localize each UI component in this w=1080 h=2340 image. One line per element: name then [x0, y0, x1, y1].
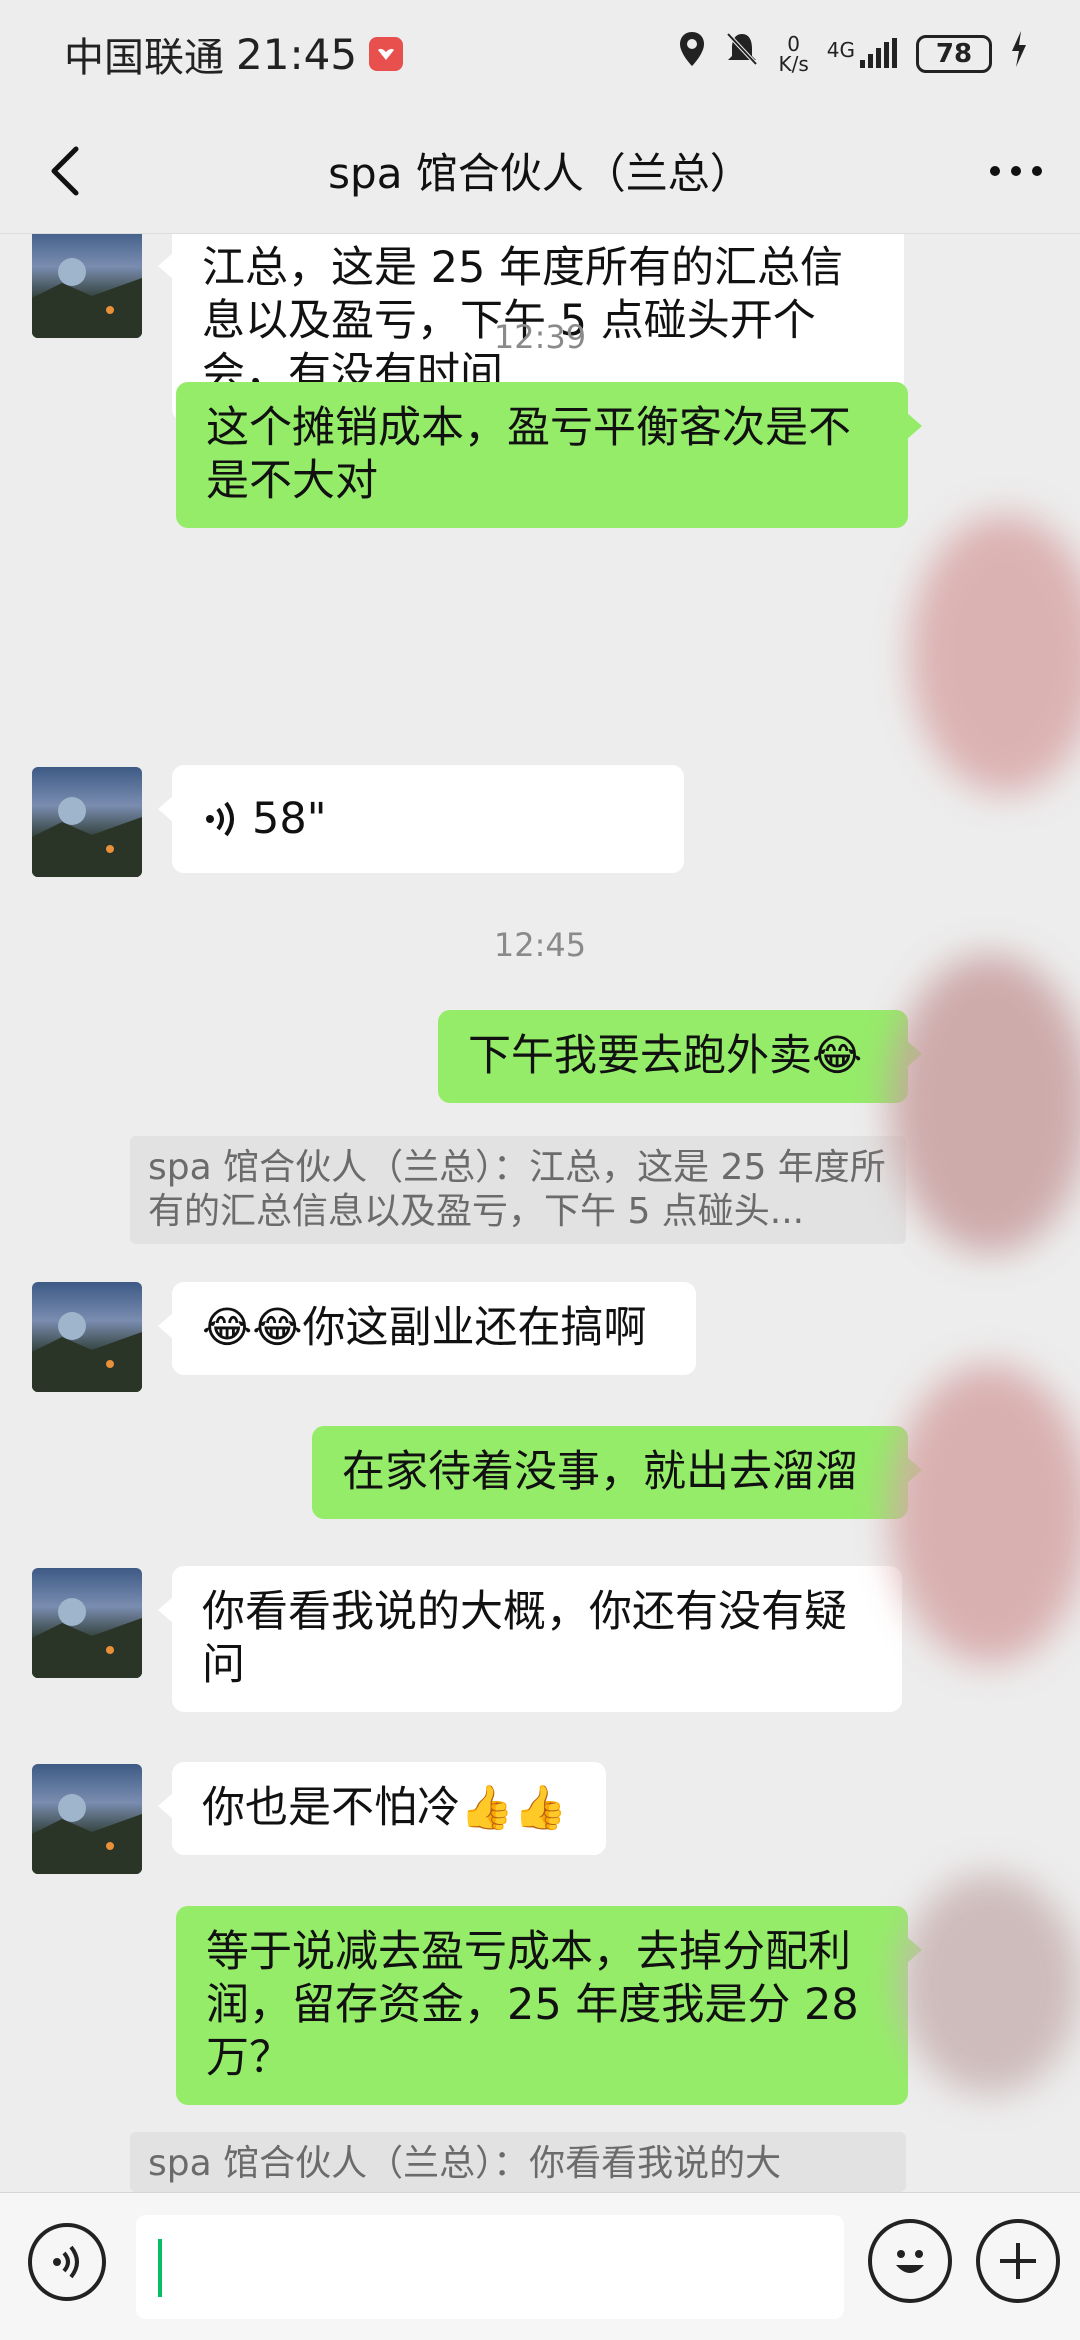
- message-bubble[interactable]: 你看看我说的大概，你还有没有疑问: [158, 1566, 902, 1712]
- back-button[interactable]: [30, 136, 100, 206]
- input-bar: [0, 2192, 1080, 2340]
- more-dots-icon: [990, 166, 1042, 176]
- message-text: 等于说减去盈亏成本，去掉分配利润，留存资金，25 年度我是分 28 万？: [206, 1927, 859, 2083]
- carrier-name: 中国联通: [64, 35, 224, 81]
- quote-text: spa 馆合伙人（兰总）：江总，这是 25 年度所有的汇总信息以及盈亏，下午 5…: [148, 1147, 886, 1232]
- back-chevron-icon: [51, 146, 79, 196]
- contact-avatar[interactable]: [32, 1282, 142, 1392]
- voice-input-button[interactable]: [28, 2223, 106, 2301]
- message-text: 你也是不怕冷👍👍: [202, 1783, 568, 1833]
- message-text: 你看看我说的大概，你还有没有疑问: [202, 1587, 847, 1690]
- privacy-blur: [890, 954, 1080, 1254]
- voice-message-bubble[interactable]: 58": [158, 765, 684, 873]
- timestamp: 12:39: [493, 318, 587, 356]
- chat-header: spa 馆合伙人（兰总）: [0, 108, 1080, 234]
- quote-text: spa 馆合伙人（兰总）：你看看我说的大: [148, 2143, 782, 2184]
- message-bubble[interactable]: 在家待着没事，就出去溜溜: [312, 1426, 922, 1519]
- message-text: 下午我要去跑外卖😂: [468, 1031, 863, 1081]
- battery-level: 78: [935, 39, 973, 69]
- location-icon: [678, 30, 706, 78]
- message-input[interactable]: [136, 2215, 844, 2319]
- plus-button[interactable]: [976, 2219, 1060, 2303]
- chat-title: spa 馆合伙人（兰总）: [328, 149, 752, 198]
- plus-icon: [1000, 2243, 1036, 2279]
- privacy-blur: [890, 1364, 1080, 1664]
- message-text: 这个摊销成本，盈亏平衡客次是不是不大对: [206, 403, 851, 506]
- voice-duration: 58": [252, 793, 327, 844]
- privacy-blur: [900, 1874, 1080, 2094]
- message-text: 在家待着没事，就出去溜溜: [342, 1447, 858, 1497]
- net-speed: 0 K/s: [778, 34, 808, 74]
- message-bubble[interactable]: 等于说减去盈亏成本，去掉分配利润，留存资金，25 年度我是分 28 万？: [176, 1906, 922, 2105]
- clock: 21:45: [236, 29, 358, 79]
- timestamp: 12:45: [493, 926, 587, 964]
- text-caret: [158, 2239, 162, 2297]
- net-speed-value: 0: [787, 32, 800, 56]
- voice-input-icon: [53, 2245, 79, 2279]
- chat-messages[interactable]: 江总，这是 25 年度所有的汇总信息以及盈亏，下午 5 点碰头开个会，有没有时间…: [0, 234, 1080, 2192]
- huawei-badge-icon: [369, 37, 404, 71]
- net-speed-unit: K/s: [778, 52, 809, 76]
- more-button[interactable]: [976, 136, 1056, 206]
- status-bar: 中国联通 21:45 0 K/s 4G 78: [0, 0, 1080, 108]
- contact-avatar[interactable]: [32, 767, 142, 877]
- quoted-message[interactable]: spa 馆合伙人（兰总）：江总，这是 25 年度所有的汇总信息以及盈亏，下午 5…: [130, 1136, 906, 1244]
- voice-wave-icon: [206, 801, 234, 837]
- message-bubble[interactable]: 下午我要去跑外卖😂: [438, 1010, 922, 1103]
- emoji-icon: [896, 2250, 924, 2273]
- emoji-button[interactable]: [868, 2219, 952, 2303]
- message-text: 😂😂你这副业还在搞啊: [202, 1303, 647, 1353]
- contact-avatar[interactable]: [32, 1764, 142, 1874]
- mute-bell-icon: [724, 30, 760, 78]
- battery-indicator: 78: [916, 35, 992, 73]
- contact-avatar[interactable]: [32, 1568, 142, 1678]
- quoted-message[interactable]: spa 馆合伙人（兰总）：你看看我说的大: [130, 2132, 906, 2192]
- message-bubble[interactable]: 😂😂你这副业还在搞啊: [158, 1282, 696, 1375]
- message-bubble[interactable]: 你也是不怕冷👍👍: [158, 1762, 606, 1855]
- privacy-blur: [910, 514, 1080, 794]
- network-type: 4G: [826, 38, 855, 62]
- signal-icon: 4G: [827, 38, 898, 70]
- charging-icon: [1010, 31, 1028, 77]
- message-bubble[interactable]: 这个摊销成本，盈亏平衡客次是不是不大对: [176, 382, 922, 528]
